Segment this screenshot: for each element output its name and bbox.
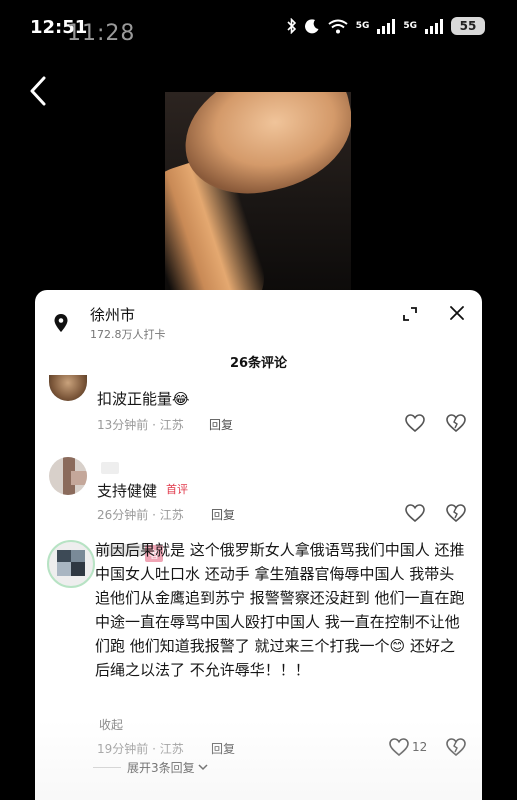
reply-button[interactable]: 回复 [209, 416, 233, 433]
username-blurred[interactable] [101, 462, 119, 474]
reply-button[interactable]: 回复 [211, 740, 235, 757]
chevron-down-icon [198, 764, 208, 771]
wifi-icon [328, 19, 348, 33]
comments-panel: 徐州市 172.8万人打卡 26条评论 扣波正能量😂 13分钟前 · 江苏 回复… [35, 290, 482, 800]
expand-icon[interactable] [403, 307, 417, 321]
status-icons: 5G 5G 55 [287, 17, 485, 35]
avatar[interactable] [49, 375, 87, 401]
comment-text: 前因后果就是 这个俄罗斯女人拿俄语骂我们中国人 还推中国女人吐口水 还动手 拿生… [95, 541, 465, 679]
moon-icon [304, 19, 319, 34]
first-comment-tag: 首评 [166, 483, 188, 496]
broken-heart-icon[interactable] [446, 738, 466, 756]
close-icon[interactable] [450, 306, 464, 320]
divider [93, 767, 121, 768]
location-city[interactable]: 徐州市 [90, 304, 135, 325]
heart-icon[interactable] [389, 738, 409, 756]
signal-bars-icon [377, 18, 396, 34]
video-frame[interactable] [165, 92, 351, 292]
status-time-ghost: 11:28 [67, 21, 136, 46]
reply-button[interactable]: 回复 [211, 506, 235, 523]
like-count: 12 [412, 740, 428, 754]
heart-icon[interactable] [405, 414, 425, 432]
broken-heart-icon[interactable] [446, 504, 466, 522]
location-checkins: 172.8万人打卡 [90, 328, 166, 341]
chevron-left-icon[interactable] [24, 74, 54, 108]
comment-text: 扣波正能量😂 [97, 390, 190, 408]
expand-replies-label: 展开3条回复 [127, 761, 195, 775]
network-label-a: 5G [355, 21, 370, 31]
network-label-b: 5G [403, 21, 417, 31]
bluetooth-icon [287, 18, 296, 34]
broken-heart-icon[interactable] [446, 414, 466, 432]
comment-text: 支持健健 [97, 482, 158, 500]
collapse-button[interactable]: 收起 [99, 716, 123, 733]
comment-count: 26条评论 [229, 356, 288, 371]
map-pin-icon [54, 314, 68, 332]
comment-meta: 26分钟前 · 江苏 [97, 508, 184, 522]
heart-icon[interactable] [405, 504, 425, 522]
status-bar: 12:51 11:28 5G 5G 55 [0, 0, 517, 58]
signal-bars-icon [425, 18, 443, 34]
battery-indicator: 55 [451, 17, 485, 35]
avatar[interactable] [47, 540, 95, 588]
expand-replies-button[interactable]: 展开3条回复 [127, 759, 208, 776]
avatar[interactable] [49, 457, 87, 495]
comment-meta: 19分钟前 · 江苏 [97, 742, 184, 756]
comment-meta: 13分钟前 · 江苏 [97, 418, 184, 432]
